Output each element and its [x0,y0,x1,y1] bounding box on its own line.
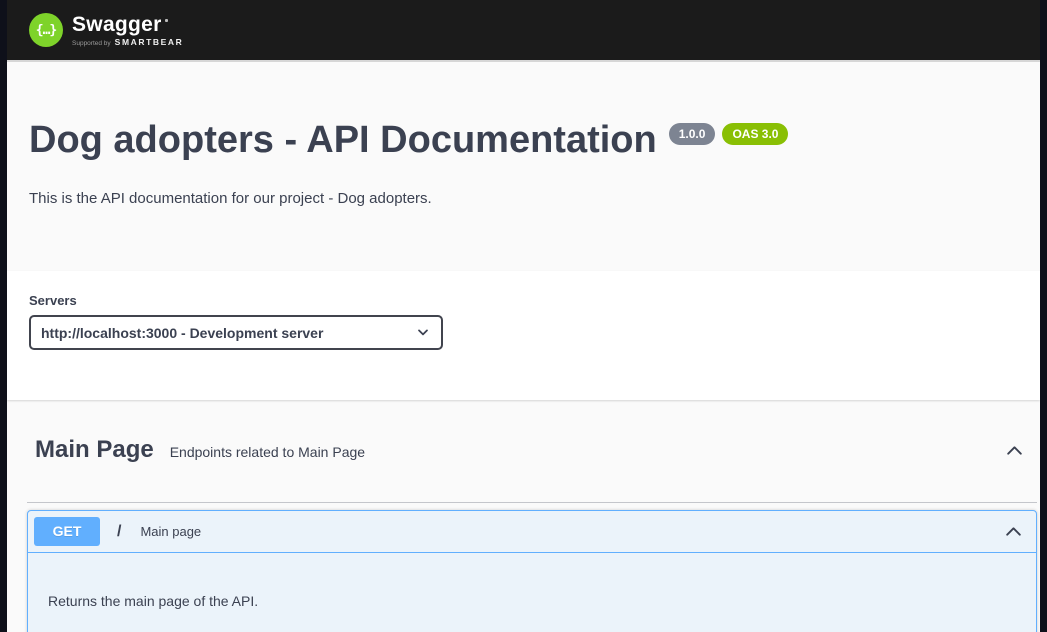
page-title: Dog adopters - API Documentation [29,120,657,160]
scheme-container: Servers http://localhost:3000 - Developm… [7,271,1040,400]
operation-path: / [117,523,121,541]
operation-description: Returns the main page of the API. [48,593,1016,609]
swagger-logo-link[interactable]: {…} Swagger Supported by SMARTBEAR [29,13,183,47]
badges: 1.0.0 OAS 3.0 [669,123,789,145]
servers-select[interactable]: http://localhost:3000 - Development serv… [29,315,443,350]
servers-label: Servers [29,293,1018,308]
chevron-up-icon[interactable] [1004,440,1025,461]
opblock-summary[interactable]: GET / Main page [28,511,1036,553]
tagline-brand: SMARTBEAR [115,37,184,47]
section-header-main-page[interactable]: Main Page Endpoints related to Main Page [27,400,1037,503]
brand-name: Swagger [72,14,162,36]
info-section: Dog adopters - API Documentation 1.0.0 O… [7,62,1040,271]
method-badge-get: GET [34,517,100,546]
version-badge: 1.0.0 [669,123,716,145]
chevron-up-icon[interactable] [1003,521,1024,542]
section-title: Main Page [35,436,154,464]
api-description: This is the API documentation for our pr… [29,190,1018,207]
servers-select-wrap: http://localhost:3000 - Development serv… [29,315,443,350]
opblock-body: Returns the main page of the API. [28,553,1036,632]
operation-summary: Main page [140,524,201,539]
opblock-get-root: GET / Main page Returns the main page of… [27,510,1037,632]
swagger-ui-page: {…} Swagger Supported by SMARTBEAR Dog a… [7,0,1040,632]
trademark-icon [165,19,168,22]
brand-block: Swagger Supported by SMARTBEAR [72,14,183,47]
oas-badge: OAS 3.0 [722,123,788,145]
section-subtitle: Endpoints related to Main Page [170,441,365,460]
tagline-prefix: Supported by [72,40,111,47]
tagline: Supported by SMARTBEAR [72,37,183,47]
topbar: {…} Swagger Supported by SMARTBEAR [7,0,1040,62]
operations-wrapper: Main Page Endpoints related to Main Page… [7,400,1040,632]
swagger-logo-icon: {…} [29,13,63,47]
